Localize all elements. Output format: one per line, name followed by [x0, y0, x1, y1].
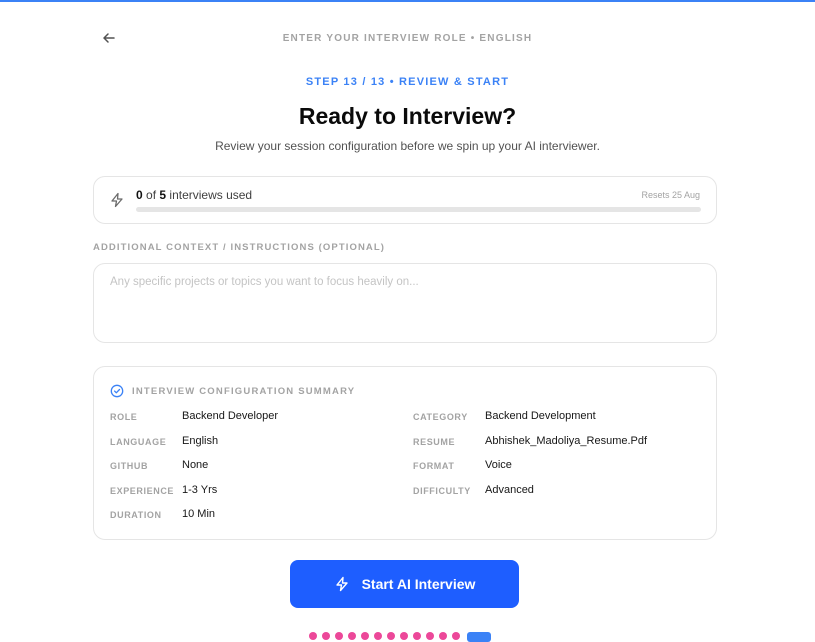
- usage-count: 0 of 5 interviews used: [136, 188, 252, 202]
- step-indicator: STEP 13 / 13 • REVIEW & START: [305, 76, 510, 88]
- step-dot: [413, 632, 421, 640]
- summary-value-language: English: [182, 435, 219, 447]
- start-interview-button[interactable]: Start AI Interview: [290, 560, 519, 608]
- summary-value-github: None: [182, 459, 209, 471]
- usage-used: 0: [136, 188, 143, 202]
- page-subtitle: Review your session configuration before…: [215, 139, 600, 153]
- usage-of: of: [142, 188, 160, 202]
- usage-card: 0 of 5 interviews used Resets 25 Aug: [93, 176, 717, 224]
- page-title: Ready to Interview?: [298, 103, 517, 129]
- check-circle-icon: [110, 384, 124, 398]
- bolt-icon: [335, 576, 348, 592]
- step-dot-active: [467, 632, 491, 642]
- summary-key-role: ROLE: [110, 412, 138, 422]
- summary-key-category: CATEGORY: [413, 412, 468, 422]
- usage-reset-date: Resets 25 Aug: [641, 190, 700, 200]
- summary-key-experience: EXPERIENCE: [110, 486, 175, 496]
- configuration-summary-card: INTERVIEW CONFIGURATION SUMMARY ROLE Bac…: [93, 366, 717, 540]
- summary-key-duration: DURATION: [110, 510, 162, 520]
- summary-value-role: Backend Developer: [182, 410, 279, 422]
- bolt-icon: [111, 192, 123, 208]
- start-interview-label: Start AI Interview: [361, 576, 476, 592]
- summary-value-difficulty: Advanced: [485, 484, 534, 496]
- summary-value-resume: Abhishek_Madoliya_Resume.Pdf: [485, 435, 648, 447]
- step-dot: [309, 632, 317, 640]
- summary-key-resume: RESUME: [413, 437, 456, 447]
- step-dot: [439, 632, 447, 640]
- summary-header: INTERVIEW CONFIGURATION SUMMARY: [110, 384, 355, 398]
- summary-key-difficulty: DIFFICULTY: [413, 486, 471, 496]
- context-textarea[interactable]: [93, 263, 717, 343]
- step-dot: [387, 632, 395, 640]
- summary-key-format: FORMAT: [413, 461, 455, 471]
- summary-title: INTERVIEW CONFIGURATION SUMMARY: [132, 385, 356, 397]
- header-title: ENTER YOUR INTERVIEW ROLE • ENGLISH: [282, 33, 533, 44]
- step-dot: [348, 632, 356, 640]
- step-dot: [452, 632, 460, 640]
- context-label: ADDITIONAL CONTEXT / INSTRUCTIONS (OPTIO…: [93, 242, 386, 253]
- step-progress-dots: [309, 632, 491, 642]
- usage-progress-bar: [136, 207, 701, 212]
- step-dot: [322, 632, 330, 640]
- summary-value-duration: 10 Min: [182, 508, 216, 520]
- step-dot: [426, 632, 434, 640]
- summary-key-language: LANGUAGE: [110, 437, 167, 447]
- summary-key-github: GITHUB: [110, 461, 149, 471]
- step-dot: [374, 632, 382, 640]
- step-dot: [361, 632, 369, 640]
- summary-value-format: Voice: [485, 459, 512, 471]
- summary-value-experience: 1-3 Yrs: [182, 484, 218, 496]
- step-dot: [335, 632, 343, 640]
- top-accent-line: [0, 0, 815, 2]
- step-dot: [400, 632, 408, 640]
- summary-value-category: Backend Development: [485, 410, 596, 422]
- usage-suffix: interviews used: [166, 188, 253, 202]
